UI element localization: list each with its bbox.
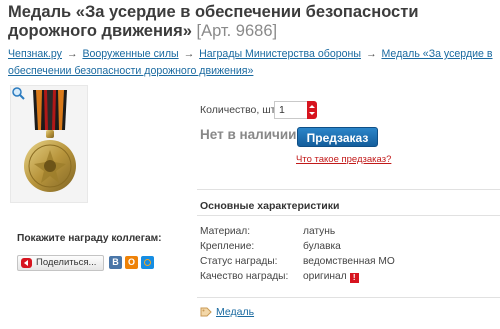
- breadcrumb-mod-awards[interactable]: Награды Министерства обороны: [199, 48, 361, 60]
- magnifier-zoom-icon[interactable]: [11, 86, 25, 100]
- spec-value: ведомственная МО: [303, 256, 395, 267]
- spec-value: булавка: [303, 241, 341, 252]
- quantity-input[interactable]: [274, 101, 308, 119]
- breadcrumb-separator: →: [183, 48, 195, 60]
- divider: [197, 297, 500, 298]
- share-label: Покажите награду коллегам:: [17, 233, 162, 244]
- spec-key: Материал:: [200, 226, 251, 237]
- breadcrumb-separator: →: [365, 48, 377, 60]
- preorder-info-link[interactable]: Что такое предзаказ?: [296, 154, 391, 165]
- divider: [197, 215, 500, 216]
- odnoklassniki-share-icon[interactable]: О: [125, 256, 138, 269]
- share-button[interactable]: Поделиться...: [17, 255, 104, 271]
- stock-status: Нет в наличии: [200, 127, 297, 142]
- spec-row-fastening: Крепление: булавка: [200, 240, 500, 254]
- share-button-label: Поделиться...: [36, 257, 97, 268]
- article-number: [Арт. 9686]: [196, 22, 278, 40]
- mailru-share-icon[interactable]: [141, 256, 154, 269]
- divider: [197, 189, 500, 190]
- specs-title: Основные характеристики: [200, 200, 340, 212]
- tag-icon: [200, 307, 212, 317]
- spec-key: Статус награды:: [200, 256, 278, 267]
- product-image[interactable]: [10, 85, 88, 203]
- spec-key: Качество награды:: [200, 271, 289, 282]
- quantity-label: Количество, шт:: [200, 104, 279, 116]
- stepper-up-icon[interactable]: [309, 105, 315, 108]
- quantity-stepper[interactable]: [307, 101, 317, 119]
- tag-link-medal[interactable]: Медаль: [216, 306, 254, 318]
- spec-row-quality: Качество награды: оригинал!: [200, 270, 500, 284]
- tags: Медаль: [200, 306, 254, 318]
- vk-share-icon[interactable]: В: [109, 256, 122, 269]
- breadcrumb-separator: →: [66, 48, 78, 60]
- spec-row-status: Статус награды: ведомственная МО: [200, 255, 500, 269]
- spec-key: Крепление:: [200, 241, 255, 252]
- warning-badge[interactable]: !: [349, 273, 359, 283]
- stepper-down-icon[interactable]: [309, 112, 315, 115]
- page-title: Медаль «За усердие в обеспечении безопас…: [8, 3, 498, 41]
- medal-image: [24, 90, 76, 192]
- breadcrumb-home[interactable]: Чепзнак.ру: [8, 48, 62, 60]
- spec-value-text: оригинал: [303, 271, 347, 282]
- breadcrumb: Чепзнак.ру → Вооруженные силы → Награды …: [8, 46, 500, 80]
- spec-value: оригинал!: [303, 270, 359, 284]
- spec-row-material: Материал: латунь: [200, 225, 500, 239]
- breadcrumb-armed-forces[interactable]: Вооруженные силы: [82, 48, 178, 60]
- spec-value: латунь: [303, 226, 336, 237]
- share-icon: [21, 258, 32, 268]
- preorder-button[interactable]: Предзаказ: [297, 127, 378, 147]
